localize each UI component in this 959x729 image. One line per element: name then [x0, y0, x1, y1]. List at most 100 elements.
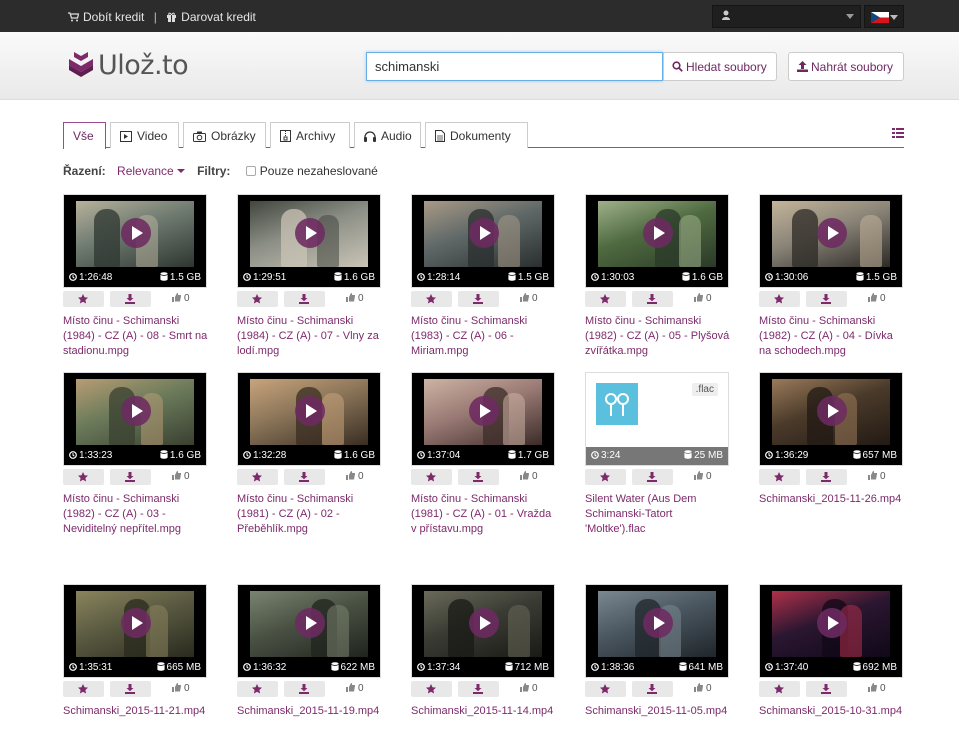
- favorite-button[interactable]: [759, 681, 800, 697]
- file-card[interactable]: 1:36:32 622 MB 0 Schimanski_2015-11-19.mp4: [237, 584, 381, 719]
- user-menu[interactable]: [712, 5, 861, 28]
- play-icon[interactable]: [295, 396, 325, 426]
- tab-all[interactable]: Vše: [63, 122, 106, 149]
- tab-audio[interactable]: Audio: [354, 122, 421, 148]
- file-card[interactable]: 1:30:06 1.5 GB 0 Místo činu - Schimanski (1…: [759, 194, 903, 359]
- tab-images[interactable]: Obrázky: [183, 122, 266, 148]
- play-icon[interactable]: [121, 218, 151, 248]
- password-filter-checkbox[interactable]: [245, 166, 256, 176]
- list-view-icon[interactable]: [892, 128, 904, 138]
- favorite-button[interactable]: [759, 291, 800, 307]
- play-icon[interactable]: [121, 396, 151, 426]
- favorite-button[interactable]: [237, 469, 278, 485]
- favorite-button[interactable]: [585, 291, 626, 307]
- favorite-button[interactable]: [411, 291, 452, 307]
- file-thumbnail[interactable]: 1:38:36 641 MB: [585, 584, 729, 678]
- like-count[interactable]: 0: [868, 471, 886, 482]
- download-button[interactable]: [806, 291, 847, 307]
- favorite-button[interactable]: [237, 291, 278, 307]
- like-count[interactable]: 0: [172, 471, 190, 482]
- like-count[interactable]: 0: [520, 293, 538, 304]
- favorite-button[interactable]: [63, 291, 104, 307]
- play-icon[interactable]: [817, 396, 847, 426]
- like-count[interactable]: 0: [868, 293, 886, 304]
- download-button[interactable]: [458, 681, 499, 697]
- upload-button[interactable]: Nahrát soubory: [788, 52, 904, 81]
- favorite-button[interactable]: [411, 469, 452, 485]
- play-icon[interactable]: [643, 608, 673, 638]
- like-count[interactable]: 0: [520, 471, 538, 482]
- file-name-link[interactable]: Schimanski_2015-11-14.mp4: [411, 704, 557, 719]
- play-icon[interactable]: [121, 608, 151, 638]
- like-count[interactable]: 0: [346, 471, 364, 482]
- download-button[interactable]: [632, 681, 673, 697]
- file-thumbnail[interactable]: 1:32:28 1.6 GB: [237, 372, 381, 466]
- like-count[interactable]: 0: [346, 683, 364, 694]
- file-thumbnail[interactable]: 1:37:40 692 MB: [759, 584, 903, 678]
- file-card[interactable]: 1:32:28 1.6 GB 0 Místo činu - Schimanski (1…: [237, 372, 381, 537]
- download-button[interactable]: [632, 469, 673, 485]
- file-thumbnail[interactable]: 1:33:23 1.6 GB: [63, 372, 207, 466]
- file-card[interactable]: 1:35:31 665 MB 0 Schimanski_2015-11-21.mp4: [63, 584, 207, 719]
- gift-link[interactable]: Darovat kredit: [166, 9, 256, 24]
- file-thumbnail[interactable]: 1:29:51 1.6 GB: [237, 194, 381, 288]
- file-name-link[interactable]: Místo činu - Schimanski (1984) - CZ (A) …: [63, 314, 209, 359]
- file-thumbnail[interactable]: 1:30:03 1.6 GB: [585, 194, 729, 288]
- play-icon[interactable]: [817, 608, 847, 638]
- like-count[interactable]: 0: [694, 471, 712, 482]
- play-icon[interactable]: [295, 608, 325, 638]
- download-button[interactable]: [458, 291, 499, 307]
- file-thumbnail[interactable]: 1:36:29 657 MB: [759, 372, 903, 466]
- like-count[interactable]: 0: [346, 293, 364, 304]
- file-card[interactable]: 1:37:04 1.7 GB 0 Místo činu - Schimanski (1…: [411, 372, 555, 537]
- like-count[interactable]: 0: [694, 293, 712, 304]
- file-card[interactable]: 1:26:48 1.5 GB 0 Místo činu - Schimanski (1…: [63, 194, 207, 359]
- file-name-link[interactable]: Schimanski_2015-10-31.mp4: [759, 704, 905, 719]
- search-button[interactable]: Hledat soubory: [663, 52, 777, 81]
- file-card[interactable]: 1:37:40 692 MB 0 Schimanski_2015-10-31.mp4: [759, 584, 903, 719]
- play-icon[interactable]: [817, 218, 847, 248]
- search-input[interactable]: [366, 52, 663, 81]
- download-button[interactable]: [458, 469, 499, 485]
- file-name-link[interactable]: Schimanski_2015-11-26.mp4: [759, 492, 905, 507]
- file-name-link[interactable]: Místo činu - Schimanski (1982) - CZ (A) …: [759, 314, 905, 359]
- file-name-link[interactable]: Místo činu - Schimanski (1982) - CZ (A) …: [63, 492, 209, 537]
- play-icon[interactable]: [469, 608, 499, 638]
- file-thumbnail[interactable]: 1:28:14 1.5 GB: [411, 194, 555, 288]
- like-count[interactable]: 0: [694, 683, 712, 694]
- favorite-button[interactable]: [63, 681, 104, 697]
- download-button[interactable]: [110, 469, 151, 485]
- play-icon[interactable]: [469, 396, 499, 426]
- file-name-link[interactable]: Schimanski_2015-11-21.mp4: [63, 704, 209, 719]
- download-button[interactable]: [806, 681, 847, 697]
- sort-dropdown[interactable]: Relevance: [117, 164, 185, 178]
- like-count[interactable]: 0: [520, 683, 538, 694]
- like-count[interactable]: 0: [868, 683, 886, 694]
- tab-video[interactable]: Video: [110, 122, 179, 148]
- file-card[interactable]: 1:29:51 1.6 GB 0 Místo činu - Schimanski (1…: [237, 194, 381, 359]
- file-name-link[interactable]: Místo činu - Schimanski (1984) - CZ (A) …: [237, 314, 383, 359]
- file-thumbnail[interactable]: .flac 3:24 25 MB: [585, 372, 729, 466]
- favorite-button[interactable]: [759, 469, 800, 485]
- file-thumbnail[interactable]: 1:36:32 622 MB: [237, 584, 381, 678]
- like-count[interactable]: 0: [172, 683, 190, 694]
- credit-link[interactable]: Dobít kredit: [68, 9, 148, 24]
- file-name-link[interactable]: Místo činu - Schimanski (1983) - CZ (A) …: [411, 314, 557, 359]
- file-thumbnail[interactable]: 1:35:31 665 MB: [63, 584, 207, 678]
- file-thumbnail[interactable]: 1:26:48 1.5 GB: [63, 194, 207, 288]
- file-name-link[interactable]: Schimanski_2015-11-19.mp4: [237, 704, 383, 719]
- play-icon[interactable]: [469, 218, 499, 248]
- favorite-button[interactable]: [237, 681, 278, 697]
- like-count[interactable]: 0: [172, 293, 190, 304]
- download-button[interactable]: [632, 291, 673, 307]
- file-card[interactable]: 1:30:03 1.6 GB 0 Místo činu - Schimanski (1…: [585, 194, 729, 359]
- favorite-button[interactable]: [585, 469, 626, 485]
- file-card[interactable]: 1:33:23 1.6 GB 0 Místo činu - Schimanski (1…: [63, 372, 207, 537]
- favorite-button[interactable]: [63, 469, 104, 485]
- favorite-button[interactable]: [411, 681, 452, 697]
- file-card[interactable]: 1:38:36 641 MB 0 Schimanski_2015-11-05.mp4: [585, 584, 729, 719]
- download-button[interactable]: [110, 681, 151, 697]
- download-button[interactable]: [284, 469, 325, 485]
- file-thumbnail[interactable]: 1:37:04 1.7 GB: [411, 372, 555, 466]
- file-name-link[interactable]: Místo činu - Schimanski (1981) - CZ (A) …: [411, 492, 557, 537]
